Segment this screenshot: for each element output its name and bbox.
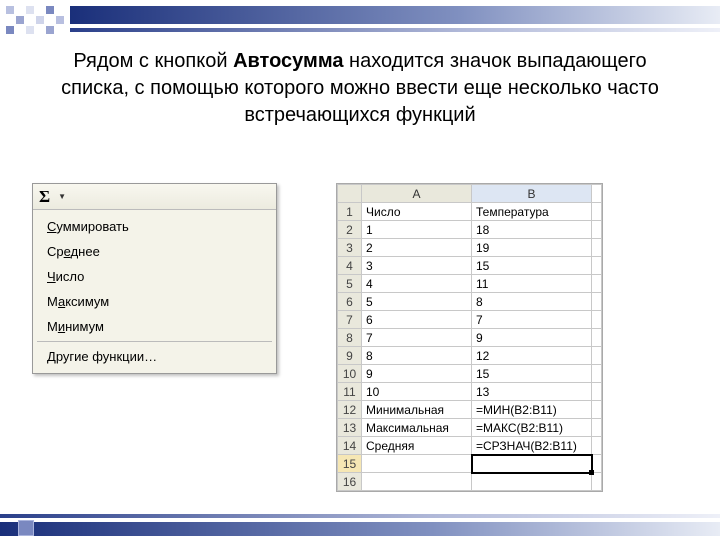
chevron-down-icon: ▼ — [58, 192, 66, 201]
row-header[interactable]: 5 — [338, 275, 362, 293]
cell[interactable]: 8 — [472, 293, 592, 311]
cell[interactable]: Максимальная — [362, 419, 472, 437]
menu-item[interactable]: Среднее — [33, 239, 276, 264]
cell[interactable]: 9 — [362, 365, 472, 383]
cell[interactable] — [592, 401, 602, 419]
cell[interactable]: 7 — [472, 311, 592, 329]
cell[interactable]: =МИН(B2:B11) — [472, 401, 592, 419]
row-header[interactable]: 12 — [338, 401, 362, 419]
menu-item[interactable]: Суммировать — [33, 214, 276, 239]
col-header-c[interactable] — [592, 185, 602, 203]
row-header[interactable]: 7 — [338, 311, 362, 329]
cell[interactable] — [362, 473, 472, 491]
cell[interactable]: 13 — [472, 383, 592, 401]
cell[interactable]: 15 — [472, 365, 592, 383]
cell[interactable]: 15 — [472, 257, 592, 275]
cell[interactable]: Температура — [472, 203, 592, 221]
cell[interactable] — [592, 203, 602, 221]
cell[interactable]: Число — [362, 203, 472, 221]
menu-item[interactable]: Минимум — [33, 314, 276, 339]
row-header[interactable]: 11 — [338, 383, 362, 401]
decor-squares — [6, 6, 64, 34]
cell[interactable]: 11 — [472, 275, 592, 293]
cell[interactable] — [592, 419, 602, 437]
cell[interactable] — [362, 455, 472, 473]
cell[interactable]: 19 — [472, 239, 592, 257]
cell[interactable]: 1 — [362, 221, 472, 239]
slide-decor-bottom — [0, 508, 720, 540]
cell[interactable] — [592, 473, 602, 491]
cell[interactable] — [592, 221, 602, 239]
cell[interactable]: 2 — [362, 239, 472, 257]
cell[interactable]: Минимальная — [362, 401, 472, 419]
cell[interactable] — [592, 329, 602, 347]
cell[interactable] — [592, 239, 602, 257]
cell[interactable]: 7 — [362, 329, 472, 347]
cell[interactable] — [592, 347, 602, 365]
row-header[interactable]: 1 — [338, 203, 362, 221]
cell[interactable]: 3 — [362, 257, 472, 275]
autosum-button[interactable]: Σ ▼ — [33, 184, 276, 210]
cell[interactable] — [592, 383, 602, 401]
menu-separator — [37, 341, 272, 342]
row-header[interactable]: 6 — [338, 293, 362, 311]
cell[interactable]: 10 — [362, 383, 472, 401]
cell[interactable]: 8 — [362, 347, 472, 365]
cell[interactable]: 9 — [472, 329, 592, 347]
select-all-corner[interactable] — [338, 185, 362, 203]
slide-title: Рядом с кнопкой Автосумма находится знач… — [0, 48, 720, 129]
cell[interactable]: Средняя — [362, 437, 472, 455]
row-header[interactable]: 14 — [338, 437, 362, 455]
cell[interactable] — [592, 311, 602, 329]
cell[interactable] — [592, 437, 602, 455]
cell[interactable] — [592, 275, 602, 293]
row-header[interactable]: 9 — [338, 347, 362, 365]
row-header[interactable]: 15 — [338, 455, 362, 473]
cell[interactable] — [592, 257, 602, 275]
cell[interactable]: =СРЗНАЧ(B2:B11) — [472, 437, 592, 455]
menu-item[interactable]: Другие функции… — [33, 344, 276, 369]
col-header-b[interactable]: B — [472, 185, 592, 203]
row-header[interactable]: 16 — [338, 473, 362, 491]
row-header[interactable]: 4 — [338, 257, 362, 275]
slide-decor-top — [0, 0, 720, 40]
cell[interactable] — [472, 455, 592, 473]
autosum-menu: Σ ▼ СуммироватьСреднееЧислоМаксимумМиним… — [32, 183, 277, 374]
cell[interactable]: 12 — [472, 347, 592, 365]
cell[interactable] — [592, 293, 602, 311]
cell[interactable] — [592, 365, 602, 383]
row-header[interactable]: 10 — [338, 365, 362, 383]
row-header[interactable]: 3 — [338, 239, 362, 257]
cell[interactable]: 6 — [362, 311, 472, 329]
menu-item[interactable]: Максимум — [33, 289, 276, 314]
cell[interactable]: =МАКС(B2:B11) — [472, 419, 592, 437]
cell[interactable]: 5 — [362, 293, 472, 311]
row-header[interactable]: 8 — [338, 329, 362, 347]
menu-item[interactable]: Число — [33, 264, 276, 289]
sigma-icon: Σ — [39, 187, 50, 207]
row-header[interactable]: 13 — [338, 419, 362, 437]
cell[interactable]: 18 — [472, 221, 592, 239]
col-header-a[interactable]: A — [362, 185, 472, 203]
row-header[interactable]: 2 — [338, 221, 362, 239]
spreadsheet[interactable]: A B 1ЧислоТемпература2118321943155411658… — [336, 183, 603, 492]
cell[interactable]: 4 — [362, 275, 472, 293]
cell[interactable] — [472, 473, 592, 491]
